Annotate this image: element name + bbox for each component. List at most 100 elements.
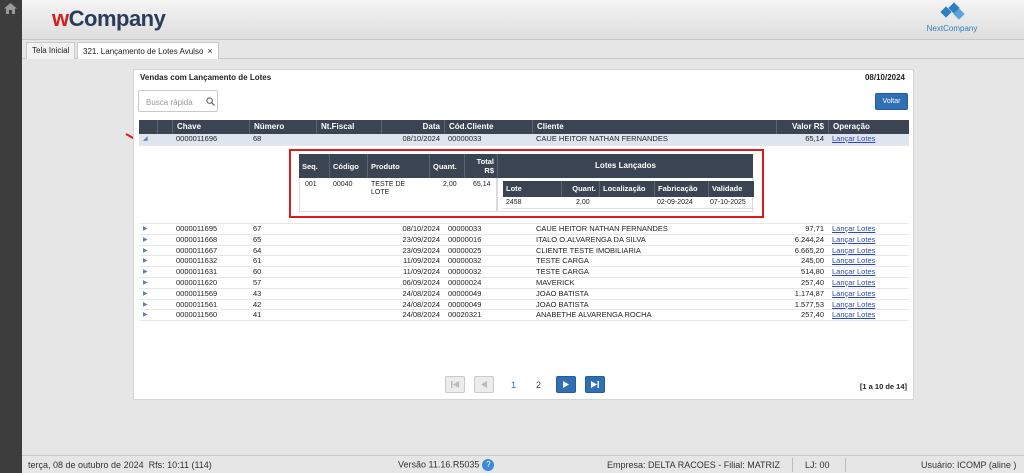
prev-page-icon (481, 381, 487, 388)
lancar-lotes-link-text[interactable]: Lançar Lotes (832, 224, 875, 233)
expand-icon[interactable]: ▶ (139, 310, 157, 320)
col-cliente[interactable]: Cliente (532, 120, 776, 134)
cell-numero: 57 (253, 277, 262, 287)
expand-icon[interactable]: ▶ (139, 267, 157, 277)
cell-valor: 65,14 (805, 134, 824, 143)
table-row[interactable]: ▶ 0000011695 67 08/10/2024 00000033 CAUE HEIT… (139, 224, 909, 235)
lancar-lotes-link[interactable]: Lançar Lotes (828, 256, 909, 266)
lancar-lotes-link[interactable]: Lançar Lotes (828, 235, 909, 245)
sales-panel: Vendas com Lançamento de Lotes 08/10/202… (133, 69, 914, 400)
lancar-lotes-link-text[interactable]: Lançar Lotes (832, 310, 875, 319)
tab-tela-inicial[interactable]: Tela Inicial (26, 42, 76, 59)
lancar-lotes-link[interactable]: Lançar Lotes (828, 278, 909, 288)
cell-cliente: JOAO BATISTA (536, 299, 589, 309)
left-rail (0, 0, 22, 473)
cell-cliente: ANABETHE ALVARENGA ROCHA (536, 310, 652, 320)
close-icon[interactable]: × (207, 46, 212, 56)
table-row[interactable]: ▶ 0000011667 64 23/09/2024 00000025 CLIENTE T… (139, 246, 909, 257)
expand-icon[interactable]: ▶ (139, 246, 157, 256)
lancar-lotes-link-text[interactable]: Lançar Lotes (832, 246, 875, 255)
lancar-lotes-link-text[interactable]: Lançar Lotes (832, 278, 875, 287)
expand-icon[interactable]: ▶ (139, 256, 157, 266)
collapse-icon[interactable]: ◢ (139, 134, 157, 144)
search-input[interactable]: Busca rápida (138, 90, 218, 112)
col-lote-quant: Quant. (561, 181, 599, 197)
lancar-lotes-link[interactable]: Lançar Lotes (828, 134, 909, 144)
cell-nf (316, 256, 381, 266)
cell-chave: 0000011569 (176, 288, 218, 298)
detail-highlight-box: Seq. Código Produto Quant. Total R$ 001 … (289, 149, 764, 218)
cell-chave: 0000011632 (176, 256, 218, 266)
lancar-lotes-link-text[interactable]: Lançar Lotes (832, 134, 875, 143)
expand-icon[interactable]: ▶ (139, 300, 157, 310)
page-1[interactable]: 1 (511, 380, 516, 390)
table-row[interactable]: ▶ 0000011631 60 11/09/2024 00000032 TESTE CAR… (139, 267, 909, 278)
cell-chave: 0000011631 (176, 267, 218, 277)
lancar-lotes-link-text[interactable]: Lançar Lotes (832, 300, 875, 309)
lancar-lotes-link-text[interactable]: Lançar Lotes (832, 235, 875, 244)
table-row-selected[interactable]: ◢ 0000011696 68 08/10/2024 00000033 CAUE… (139, 134, 909, 146)
cell-cod-cliente: 00000049 (448, 299, 482, 309)
cell-chave: 0000011695 (176, 224, 218, 233)
home-icon[interactable] (4, 3, 17, 14)
table-row[interactable]: ▶ 0000011668 65 23/09/2024 00000016 ITALO O.A… (139, 235, 909, 246)
col-valor[interactable]: Valor R$ (776, 120, 828, 134)
first-page-icon (451, 381, 459, 388)
expand-icon[interactable]: ▶ (139, 278, 157, 288)
cell-data: 06/09/2024 (402, 277, 440, 287)
col-operacao[interactable]: Operação (828, 120, 909, 134)
expand-icon[interactable]: ▶ (139, 235, 157, 245)
cell-cliente: CAUE HEITOR NATHAN FERNANDES (536, 224, 668, 233)
expand-icon[interactable]: ▶ (139, 224, 157, 234)
cell-chave: 0000011668 (176, 234, 218, 244)
col-nt-fiscal[interactable]: Nt.Fiscal (316, 120, 381, 134)
prev-page-button[interactable] (474, 376, 494, 393)
lancar-lotes-link-text[interactable]: Lançar Lotes (832, 267, 875, 276)
lancar-lotes-link[interactable]: Lançar Lotes (828, 246, 909, 256)
page-2[interactable]: 2 (536, 380, 541, 390)
help-icon[interactable]: ? (482, 459, 495, 471)
col-total: Total R$ (464, 154, 497, 178)
pagination: 1 2 [1 a 10 de 14] (134, 372, 915, 396)
status-empresa: Empresa: DELTA RACOES - Filial: MATRIZ (607, 460, 781, 470)
col-cod-cliente[interactable]: Cód.Cliente (444, 120, 532, 134)
lancar-lotes-link-text[interactable]: Lançar Lotes (832, 256, 875, 265)
row-detail: Seq. Código Produto Quant. Total R$ 001 … (139, 146, 909, 224)
cell-nf (316, 224, 381, 234)
lancar-lotes-link[interactable]: Lançar Lotes (828, 310, 909, 320)
tab-label: Tela Inicial (32, 46, 70, 55)
status-version-text: Versão 11.16.R5035 (398, 459, 480, 470)
cell-nf (316, 267, 381, 277)
col-data[interactable]: Data (381, 120, 444, 134)
lotes-header: Lote Quant. Localização Fabricação Valid… (503, 181, 754, 197)
table-row[interactable]: ▶ 0000011632 61 11/09/2024 00000032 TESTE CAR… (139, 256, 909, 268)
table-row[interactable]: ▶ 0000011561 42 24/08/2024 00000049 JOAO BATI… (139, 300, 909, 311)
lancar-lotes-link[interactable]: Lançar Lotes (828, 224, 909, 234)
expand-icon[interactable]: ▶ (139, 289, 157, 299)
status-divider (845, 458, 846, 472)
cell-data: 08/10/2024 (402, 224, 440, 233)
col-chave[interactable]: Chave (172, 120, 249, 134)
lancar-lotes-link-text[interactable]: Lançar Lotes (832, 289, 875, 298)
col-numero[interactable]: Número (249, 120, 316, 134)
cell-chave: 0000011696 (176, 134, 218, 143)
voltar-button[interactable]: Voltar (875, 93, 908, 110)
cell-quant: 2,00 (443, 181, 457, 188)
cell-nf (316, 310, 381, 320)
first-page-button[interactable] (445, 376, 465, 393)
table-row[interactable]: ▶ 0000011620 57 06/09/2024 00000024 MAVERICK 2… (139, 278, 909, 289)
search-icon[interactable] (206, 97, 215, 106)
tab-lancamento-lotes[interactable]: 321. Lançamento de Lotes Avulso × (77, 42, 219, 59)
next-page-button[interactable] (556, 376, 576, 393)
lancar-lotes-link[interactable]: Lançar Lotes (828, 300, 909, 310)
lancar-lotes-link[interactable]: Lançar Lotes (828, 289, 909, 299)
lancar-lotes-link[interactable]: Lançar Lotes (828, 267, 909, 277)
col-validade: Validade (708, 181, 754, 197)
cell-data: 24/08/2024 (402, 288, 440, 298)
table-row[interactable]: ▶ 0000011560 41 24/08/2024 00020321 ANABETHE … (139, 310, 909, 322)
last-page-button[interactable] (585, 376, 605, 393)
table-row[interactable]: ▶ 0000011569 43 24/08/2024 00000049 JOAO BATI… (139, 289, 909, 300)
cell-data: 11/09/2024 (403, 267, 440, 277)
cell-cliente: CAUE HEITOR NATHAN FERNANDES (536, 134, 668, 143)
cell-nf (316, 246, 381, 256)
